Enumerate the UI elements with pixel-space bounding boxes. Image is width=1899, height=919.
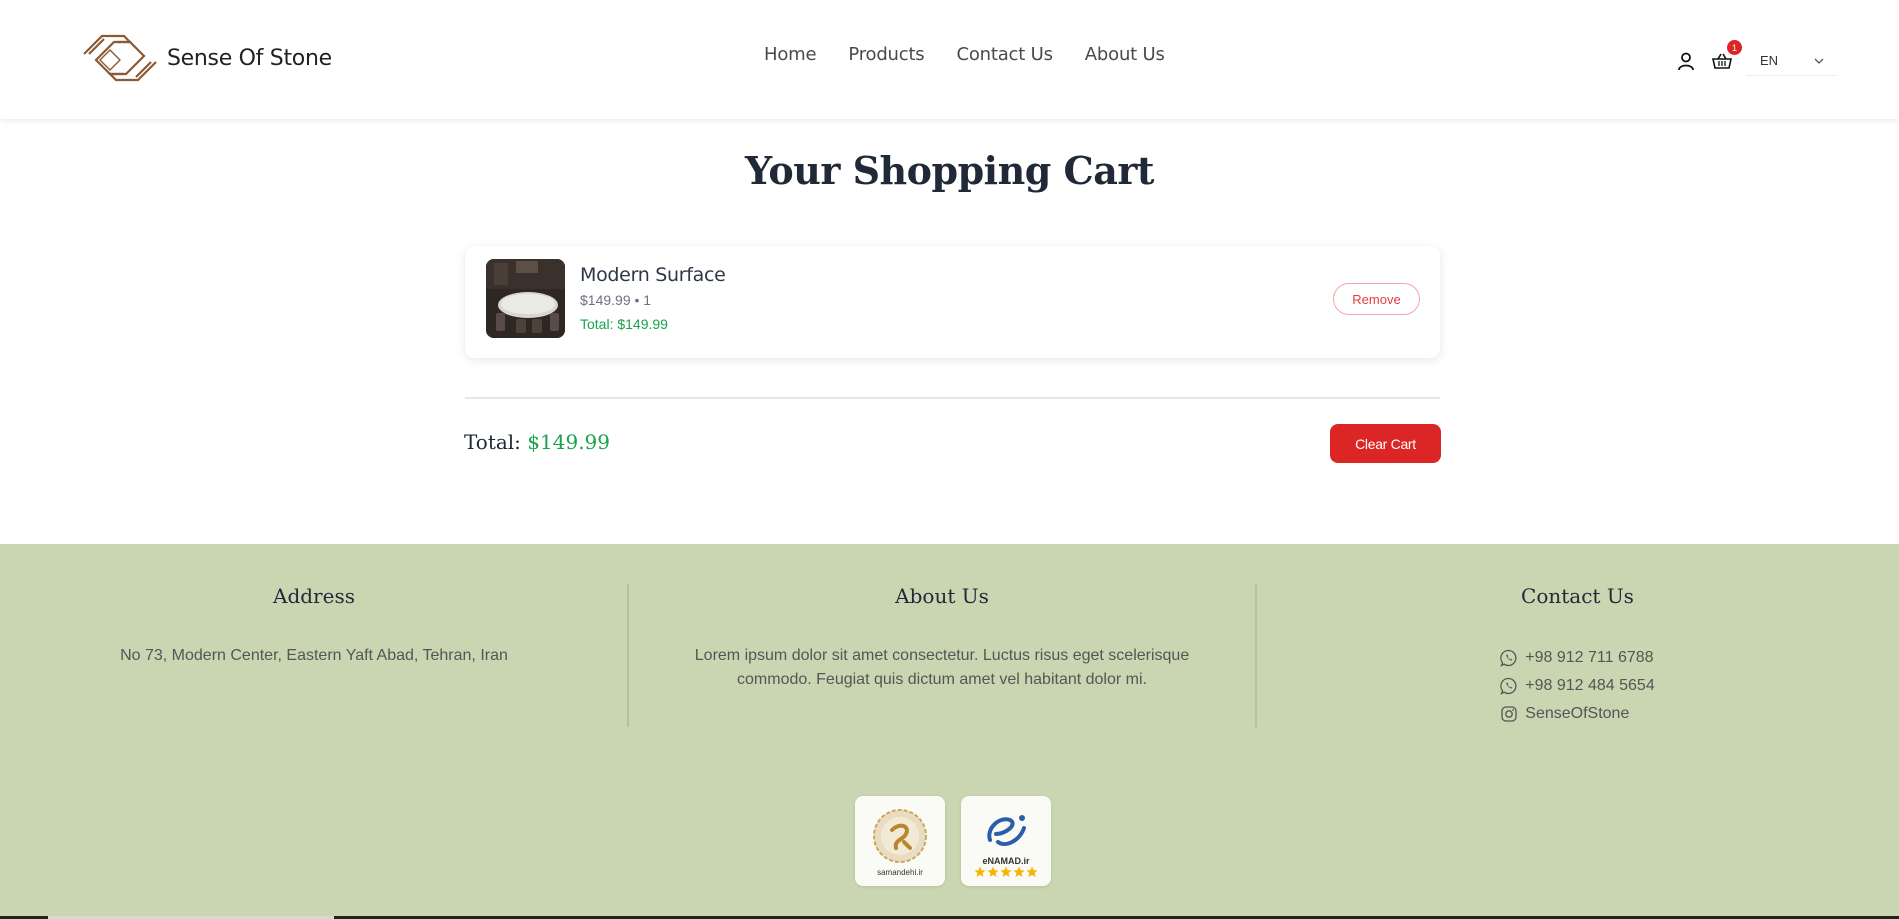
product-image [486,259,565,338]
trust-badges: samandehi.ir eNAMAD.ir [855,796,1051,886]
footer-about-text: Lorem ipsum dolor sit amet consectetur. … [694,647,1190,688]
contact-instagram-text: SenseOfStone [1525,705,1630,722]
user-icon [1678,52,1694,71]
main-nav: Home Products Contact Us About Us [764,44,1197,65]
product-line-total: Total: $149.99 [580,316,668,332]
footer-address-text: No 73, Modern Center, Eastern Yaft Abad,… [120,647,508,664]
whatsapp-icon [1500,677,1517,695]
whatsapp-icon [1500,649,1517,667]
product-price-quantity: $149.99 • 1 [580,292,652,308]
enamad-badge[interactable]: eNAMAD.ir [961,796,1051,886]
contact-instagram[interactable]: SenseOfStone [1500,700,1654,728]
contact-phone-1-text: +98 912 711 6788 [1525,649,1654,666]
footer-address-heading: Address [273,584,355,608]
site-footer: Address No 73, Modern Center, Eastern Ya… [0,544,1899,919]
cart-total-label: Total: [464,430,521,454]
brand-name: Sense Of Stone [167,45,332,71]
product-thumbnail[interactable] [486,259,565,338]
cart-button[interactable]: 1 [1708,40,1742,74]
cart-total: Total: $149.99 [464,430,610,454]
footer-about-section: About Us Lorem ipsum dolor sit amet cons… [628,584,1256,692]
footer-about-heading: About Us [895,584,989,608]
nav-contact-us[interactable]: Contact Us [956,44,1053,65]
samandehi-caption: samandehi.ir [877,867,923,877]
contact-phone-1[interactable]: +98 912 711 6788 [1500,644,1654,672]
contact-phone-2-text: +98 912 484 5654 [1525,677,1655,694]
clear-cart-button[interactable]: Clear Cart [1330,424,1441,463]
contact-phone-2[interactable]: +98 912 484 5654 [1500,672,1655,700]
user-account-button[interactable] [1672,48,1700,74]
nav-home[interactable]: Home [764,44,817,65]
footer-address-section: Address No 73, Modern Center, Eastern Ya… [0,584,628,668]
nav-products[interactable]: Products [848,44,924,65]
cart-total-value: $149.99 [527,430,611,454]
site-header: Sense Of Stone Home Products Contact Us … [0,0,1899,119]
nav-about-us[interactable]: About Us [1085,44,1165,65]
chevron-down-icon [1814,58,1824,64]
header-actions: 1 EN [1672,40,1836,76]
language-value: EN [1760,53,1779,68]
brand-logo[interactable]: Sense Of Stone [80,30,332,86]
instagram-icon [1501,706,1517,722]
enamad-logo-icon [987,815,1026,847]
cart-item: Modern Surface $149.99 • 1 Total: $149.9… [465,246,1440,358]
enamad-caption: eNAMAD.ir [982,856,1030,866]
stone-logo-icon [83,34,157,82]
footer-contact-section: Contact Us +98 912 711 6788 +98 912 484 … [1256,584,1899,728]
samandehi-badge[interactable]: samandehi.ir [855,796,945,886]
product-name: Modern Surface [580,264,726,286]
remove-item-button[interactable]: Remove [1333,283,1420,315]
language-select[interactable]: EN [1746,46,1836,76]
samandehi-seal-icon [873,808,927,863]
rating-stars-icon [974,866,1038,877]
page-title: Your Shopping Cart [745,148,1154,193]
basket-icon [1712,53,1732,69]
cart-count-badge: 1 [1727,40,1742,55]
footer-contact-heading: Contact Us [1521,584,1634,608]
contact-list: +98 912 711 6788 +98 912 484 5654 SenseO… [1500,644,1655,728]
cart-divider [465,397,1440,399]
